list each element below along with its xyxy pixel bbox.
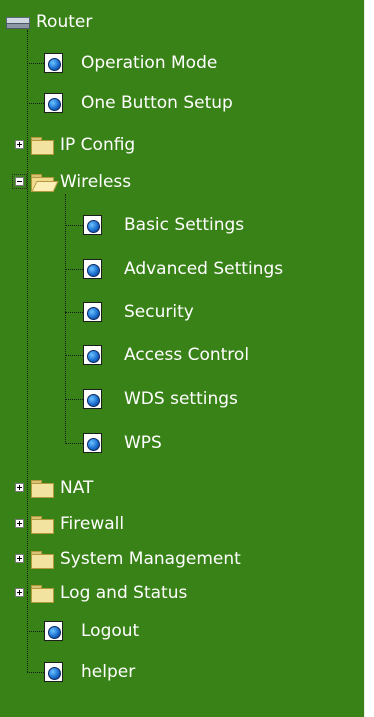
tree-item-one-button-setup[interactable]: One Button Setup [44,89,233,117]
page-globe-icon [83,345,102,365]
tree-item-label: Firewall [60,514,125,534]
tree-item-label: Operation Mode [81,53,218,73]
folder-icon [30,584,54,603]
tree-folder-system-management[interactable]: System Management [30,545,241,573]
collapse-toggle-icon[interactable] [12,174,27,189]
tree-connector-line [65,312,83,313]
page-globe-icon [83,433,102,453]
tree-item-wps[interactable]: WPS [83,429,162,457]
page-globe-icon [44,621,63,641]
router-icon [6,15,30,29]
tree-folder-firewall[interactable]: Firewall [30,510,124,538]
tree-item-label: Security [124,302,194,322]
tree-connector-line [27,592,28,672]
page-globe-icon [83,302,102,322]
tree-connector-line [65,269,83,270]
tree-item-label: Wireless [60,172,132,192]
tree-connector-line [65,399,83,400]
tree-item-label: NAT [60,478,94,498]
tree-folder-wireless[interactable]: Wireless [30,168,131,196]
tree-item-label: Access Control [124,345,250,365]
expand-toggle-icon[interactable] [15,554,24,563]
tree-item-label: Log and Status [60,583,188,603]
tree-item-label: IP Config [60,135,136,155]
navigation-tree-panel: Router Operation Mode One Button Setup I… [0,0,365,717]
tree-item-label: WPS [124,433,162,453]
folder-icon [30,136,54,155]
tree-item-basic-settings[interactable]: Basic Settings [83,211,244,239]
page-globe-icon [44,53,63,73]
expand-toggle-icon[interactable] [15,519,24,528]
tree-item-access-control[interactable]: Access Control [83,341,249,369]
page-globe-icon [83,259,102,279]
tree-item-advanced-settings[interactable]: Advanced Settings [83,255,283,283]
tree-connector-line [65,443,83,444]
page-globe-icon [83,215,102,235]
tree-folder-log-and-status[interactable]: Log and Status [30,579,187,607]
tree-connector-line [65,225,83,226]
tree-item-operation-mode[interactable]: Operation Mode [44,49,217,77]
tree-item-label: Advanced Settings [124,259,284,279]
tree-item-wds-settings[interactable]: WDS settings [83,385,238,413]
tree-connector-line [27,631,44,632]
expand-toggle-icon[interactable] [15,588,24,597]
tree-root-label: Router [36,12,93,32]
tree-item-label: WDS settings [124,389,238,409]
tree-folder-nat[interactable]: NAT [30,474,93,502]
tree-item-helper[interactable]: helper [44,658,135,686]
expand-toggle-icon[interactable] [15,483,24,492]
folder-icon [30,479,54,498]
page-globe-icon [83,389,102,409]
tree-folder-ip-config[interactable]: IP Config [30,131,135,159]
tree-root-router[interactable]: Router [6,8,92,36]
tree-item-security[interactable]: Security [83,298,194,326]
tree-connector-line [65,194,66,444]
folder-icon [30,515,54,534]
tree-connector-line [27,103,44,104]
tree-item-label: Basic Settings [124,215,245,235]
tree-item-label: Logout [81,621,140,641]
tree-item-label: One Button Setup [81,93,233,113]
tree-connector-line [27,672,44,673]
tree-connector-line [27,30,28,592]
page-globe-icon [44,93,63,113]
page-globe-icon [44,662,63,682]
tree-item-label: System Management [60,549,241,569]
folder-open-icon [30,173,59,192]
tree-item-logout[interactable]: Logout [44,617,139,645]
expand-toggle-icon[interactable] [15,140,24,149]
folder-icon [30,550,54,569]
tree-connector-line [65,355,83,356]
tree-connector-line [27,63,44,64]
tree-item-label: helper [81,662,136,682]
